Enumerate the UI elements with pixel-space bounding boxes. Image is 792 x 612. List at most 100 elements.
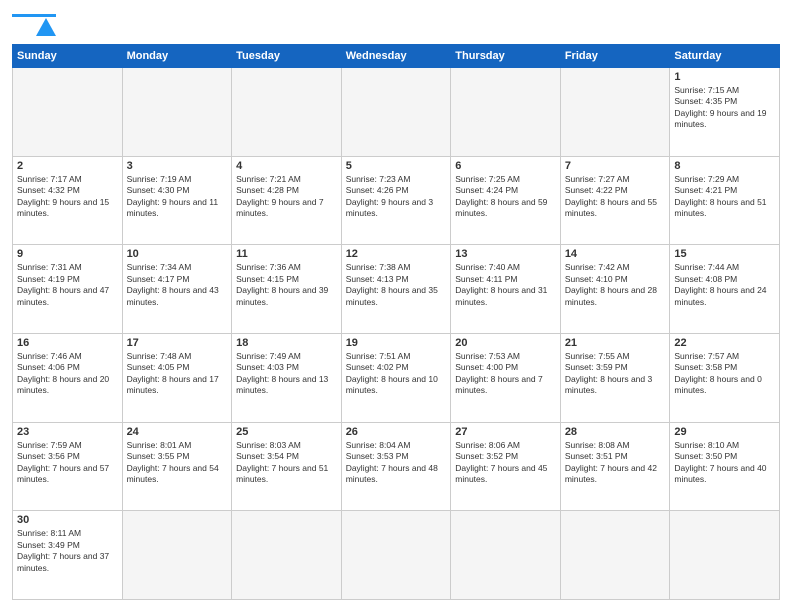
day-info-20: Sunrise: 7:53 AMSunset: 4:00 PMDaylight:… xyxy=(455,351,556,397)
day-info-17: Sunrise: 7:48 AMSunset: 4:05 PMDaylight:… xyxy=(127,351,228,397)
day-number-12: 12 xyxy=(346,248,447,260)
day-info-16: Sunrise: 7:46 AMSunset: 4:06 PMDaylight:… xyxy=(17,351,118,397)
day-info-22: Sunrise: 7:57 AMSunset: 3:58 PMDaylight:… xyxy=(674,351,775,397)
day-number-19: 19 xyxy=(346,337,447,349)
empty-cell xyxy=(451,511,561,600)
day-number-2: 2 xyxy=(17,160,118,172)
col-monday: Monday xyxy=(122,45,232,68)
day-info-14: Sunrise: 7:42 AMSunset: 4:10 PMDaylight:… xyxy=(565,262,666,308)
header xyxy=(12,12,780,36)
day-number-25: 25 xyxy=(236,426,337,438)
day-number-15: 15 xyxy=(674,248,775,260)
weekday-header-row: Sunday Monday Tuesday Wednesday Thursday… xyxy=(13,45,780,68)
day-info-11: Sunrise: 7:36 AMSunset: 4:15 PMDaylight:… xyxy=(236,262,337,308)
day-cell-22: 22 Sunrise: 7:57 AMSunset: 3:58 PMDaylig… xyxy=(670,333,780,422)
empty-cell xyxy=(232,511,342,600)
day-number-14: 14 xyxy=(565,248,666,260)
day-cell-30: 30 Sunrise: 8:11 AMSunset: 3:49 PMDaylig… xyxy=(13,511,123,600)
day-number-28: 28 xyxy=(565,426,666,438)
day-cell-5: 5 Sunrise: 7:23 AMSunset: 4:26 PMDayligh… xyxy=(341,156,451,245)
logo xyxy=(12,12,56,36)
day-number-22: 22 xyxy=(674,337,775,349)
day-cell-1: 1 Sunrise: 7:15 AMSunset: 4:35 PMDayligh… xyxy=(670,68,780,157)
week-row-4: 16 Sunrise: 7:46 AMSunset: 4:06 PMDaylig… xyxy=(13,333,780,422)
day-info-28: Sunrise: 8:08 AMSunset: 3:51 PMDaylight:… xyxy=(565,440,666,486)
day-info-29: Sunrise: 8:10 AMSunset: 3:50 PMDaylight:… xyxy=(674,440,775,486)
day-info-1: Sunrise: 7:15 AMSunset: 4:35 PMDaylight:… xyxy=(674,85,775,131)
col-saturday: Saturday xyxy=(670,45,780,68)
col-sunday: Sunday xyxy=(13,45,123,68)
day-cell-2: 2 Sunrise: 7:17 AMSunset: 4:32 PMDayligh… xyxy=(13,156,123,245)
day-number-6: 6 xyxy=(455,160,556,172)
week-row-5: 23 Sunrise: 7:59 AMSunset: 3:56 PMDaylig… xyxy=(13,422,780,511)
day-cell-4: 4 Sunrise: 7:21 AMSunset: 4:28 PMDayligh… xyxy=(232,156,342,245)
day-number-9: 9 xyxy=(17,248,118,260)
day-info-15: Sunrise: 7:44 AMSunset: 4:08 PMDaylight:… xyxy=(674,262,775,308)
day-number-10: 10 xyxy=(127,248,228,260)
day-number-23: 23 xyxy=(17,426,118,438)
col-thursday: Thursday xyxy=(451,45,561,68)
day-info-6: Sunrise: 7:25 AMSunset: 4:24 PMDaylight:… xyxy=(455,174,556,220)
day-number-17: 17 xyxy=(127,337,228,349)
day-info-19: Sunrise: 7:51 AMSunset: 4:02 PMDaylight:… xyxy=(346,351,447,397)
day-cell-3: 3 Sunrise: 7:19 AMSunset: 4:30 PMDayligh… xyxy=(122,156,232,245)
day-number-5: 5 xyxy=(346,160,447,172)
day-cell-14: 14 Sunrise: 7:42 AMSunset: 4:10 PMDaylig… xyxy=(560,245,670,334)
day-cell-11: 11 Sunrise: 7:36 AMSunset: 4:15 PMDaylig… xyxy=(232,245,342,334)
day-cell-18: 18 Sunrise: 7:49 AMSunset: 4:03 PMDaylig… xyxy=(232,333,342,422)
day-info-21: Sunrise: 7:55 AMSunset: 3:59 PMDaylight:… xyxy=(565,351,666,397)
day-cell-25: 25 Sunrise: 8:03 AMSunset: 3:54 PMDaylig… xyxy=(232,422,342,511)
day-cell-19: 19 Sunrise: 7:51 AMSunset: 4:02 PMDaylig… xyxy=(341,333,451,422)
week-row-6: 30 Sunrise: 8:11 AMSunset: 3:49 PMDaylig… xyxy=(13,511,780,600)
day-number-8: 8 xyxy=(674,160,775,172)
day-cell-27: 27 Sunrise: 8:06 AMSunset: 3:52 PMDaylig… xyxy=(451,422,561,511)
day-cell-6: 6 Sunrise: 7:25 AMSunset: 4:24 PMDayligh… xyxy=(451,156,561,245)
empty-cell xyxy=(122,68,232,157)
day-number-30: 30 xyxy=(17,514,118,526)
day-number-3: 3 xyxy=(127,160,228,172)
day-number-16: 16 xyxy=(17,337,118,349)
day-number-13: 13 xyxy=(455,248,556,260)
day-info-23: Sunrise: 7:59 AMSunset: 3:56 PMDaylight:… xyxy=(17,440,118,486)
day-info-4: Sunrise: 7:21 AMSunset: 4:28 PMDaylight:… xyxy=(236,174,337,220)
day-number-20: 20 xyxy=(455,337,556,349)
day-cell-21: 21 Sunrise: 7:55 AMSunset: 3:59 PMDaylig… xyxy=(560,333,670,422)
day-cell-17: 17 Sunrise: 7:48 AMSunset: 4:05 PMDaylig… xyxy=(122,333,232,422)
day-cell-15: 15 Sunrise: 7:44 AMSunset: 4:08 PMDaylig… xyxy=(670,245,780,334)
day-cell-9: 9 Sunrise: 7:31 AMSunset: 4:19 PMDayligh… xyxy=(13,245,123,334)
empty-cell xyxy=(560,68,670,157)
day-number-29: 29 xyxy=(674,426,775,438)
empty-cell xyxy=(670,511,780,600)
day-number-18: 18 xyxy=(236,337,337,349)
empty-cell xyxy=(122,511,232,600)
day-info-7: Sunrise: 7:27 AMSunset: 4:22 PMDaylight:… xyxy=(565,174,666,220)
week-row-3: 9 Sunrise: 7:31 AMSunset: 4:19 PMDayligh… xyxy=(13,245,780,334)
day-cell-20: 20 Sunrise: 7:53 AMSunset: 4:00 PMDaylig… xyxy=(451,333,561,422)
day-number-1: 1 xyxy=(674,71,775,83)
empty-cell xyxy=(341,68,451,157)
day-info-8: Sunrise: 7:29 AMSunset: 4:21 PMDaylight:… xyxy=(674,174,775,220)
day-info-10: Sunrise: 7:34 AMSunset: 4:17 PMDaylight:… xyxy=(127,262,228,308)
empty-cell xyxy=(232,68,342,157)
day-number-26: 26 xyxy=(346,426,447,438)
week-row-2: 2 Sunrise: 7:17 AMSunset: 4:32 PMDayligh… xyxy=(13,156,780,245)
day-number-27: 27 xyxy=(455,426,556,438)
day-cell-26: 26 Sunrise: 8:04 AMSunset: 3:53 PMDaylig… xyxy=(341,422,451,511)
day-cell-16: 16 Sunrise: 7:46 AMSunset: 4:06 PMDaylig… xyxy=(13,333,123,422)
day-info-2: Sunrise: 7:17 AMSunset: 4:32 PMDaylight:… xyxy=(17,174,118,220)
day-info-12: Sunrise: 7:38 AMSunset: 4:13 PMDaylight:… xyxy=(346,262,447,308)
col-friday: Friday xyxy=(560,45,670,68)
col-wednesday: Wednesday xyxy=(341,45,451,68)
page: Sunday Monday Tuesday Wednesday Thursday… xyxy=(0,0,792,612)
day-info-18: Sunrise: 7:49 AMSunset: 4:03 PMDaylight:… xyxy=(236,351,337,397)
day-info-27: Sunrise: 8:06 AMSunset: 3:52 PMDaylight:… xyxy=(455,440,556,486)
day-cell-28: 28 Sunrise: 8:08 AMSunset: 3:51 PMDaylig… xyxy=(560,422,670,511)
day-info-25: Sunrise: 8:03 AMSunset: 3:54 PMDaylight:… xyxy=(236,440,337,486)
day-cell-10: 10 Sunrise: 7:34 AMSunset: 4:17 PMDaylig… xyxy=(122,245,232,334)
day-cell-12: 12 Sunrise: 7:38 AMSunset: 4:13 PMDaylig… xyxy=(341,245,451,334)
day-cell-23: 23 Sunrise: 7:59 AMSunset: 3:56 PMDaylig… xyxy=(13,422,123,511)
day-cell-13: 13 Sunrise: 7:40 AMSunset: 4:11 PMDaylig… xyxy=(451,245,561,334)
day-cell-7: 7 Sunrise: 7:27 AMSunset: 4:22 PMDayligh… xyxy=(560,156,670,245)
empty-cell xyxy=(560,511,670,600)
day-number-21: 21 xyxy=(565,337,666,349)
